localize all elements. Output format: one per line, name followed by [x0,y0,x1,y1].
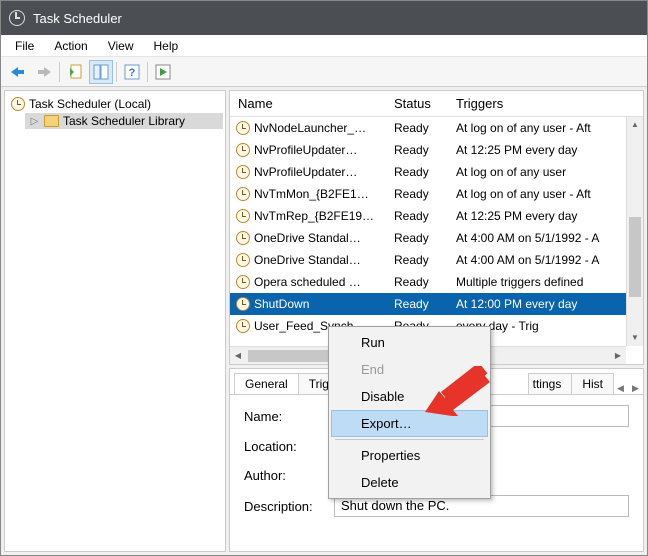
task-icon [236,297,250,311]
task-icon [236,187,250,201]
task-row[interactable]: NvTmMon_{B2FE1… ReadyAt log on of any use… [230,183,643,205]
tree-root[interactable]: Task Scheduler (Local) [7,95,223,113]
task-name: OneDrive Standal… [254,253,361,267]
task-triggers: At 4:00 AM on 5/1/1992 - A [448,253,643,267]
task-status: Ready [386,297,448,311]
task-row[interactable]: NvNodeLauncher_… ReadyAt log on of any us… [230,117,643,139]
task-icon [236,253,250,267]
task-status: Ready [386,253,448,267]
tab-history[interactable]: Hist [571,373,614,394]
task-status: Ready [386,121,448,135]
task-triggers: Multiple triggers defined [448,275,643,289]
scroll-left-icon[interactable]: ◀ [230,347,246,364]
expand-icon[interactable]: ▷ [29,116,40,127]
toolbar: ? [1,57,647,87]
author-label: Author: [244,468,334,483]
tree-pane: Task Scheduler (Local) ▷ Task Scheduler … [4,90,226,552]
task-icon [236,209,250,223]
task-status: Ready [386,187,448,201]
task-status: Ready [386,275,448,289]
task-icon [236,143,250,157]
vertical-scrollbar[interactable]: ▲ ▼ [626,117,643,346]
task-list: Name Status Triggers NvNodeLauncher_… Rea… [229,90,644,365]
task-icon [236,121,250,135]
menu-file[interactable]: File [15,39,34,53]
scroll-down-icon[interactable]: ▼ [627,330,643,346]
menubar: File Action View Help [1,35,647,57]
task-icon [236,165,250,179]
menu-help[interactable]: Help [154,39,179,53]
task-name: NvProfileUpdater… [254,143,357,157]
task-row[interactable]: Opera scheduled … ReadyMultiple triggers … [230,271,643,293]
titlebar[interactable]: Task Scheduler [1,1,647,35]
scroll-up-icon[interactable]: ▲ [627,117,643,133]
show-hide-console-button[interactable] [89,60,113,84]
location-label: Location: [244,439,334,454]
task-name: NvProfileUpdater… [254,165,357,179]
tab-scroll-right-icon[interactable]: ▶ [628,383,643,394]
help-button[interactable]: ? [120,60,144,84]
scheduler-icon [11,97,25,111]
task-name: Opera scheduled … [254,275,361,289]
task-triggers: At log on of any user - Aft [448,121,643,135]
context-menu: Run End Disable Export… Properties Delet… [328,326,491,499]
tab-settings[interactable]: ttings [528,373,573,394]
col-name[interactable]: Name [230,96,386,111]
task-icon [236,231,250,245]
task-status: Ready [386,165,448,179]
task-name: NvTmMon_{B2FE1… [254,187,369,201]
scroll-thumb[interactable] [629,217,641,297]
task-triggers: At 12:25 PM every day [448,209,643,223]
task-row[interactable]: NvProfileUpdater… ReadyAt log on of any u… [230,161,643,183]
task-status: Ready [386,231,448,245]
task-row[interactable]: ShutDown ReadyAt 12:00 PM every day [230,293,643,315]
menu-end: End [331,356,488,383]
run-button[interactable] [151,60,175,84]
task-row[interactable]: OneDrive Standal… ReadyAt 4:00 AM on 5/1/… [230,227,643,249]
task-icon [236,319,250,333]
menu-action[interactable]: Action [54,39,87,53]
window-title: Task Scheduler [33,11,122,26]
task-row[interactable]: NvTmRep_{B2FE19… ReadyAt 12:25 PM every d… [230,205,643,227]
task-row[interactable]: NvProfileUpdater… ReadyAt 12:25 PM every … [230,139,643,161]
tree-root-label: Task Scheduler (Local) [29,97,151,111]
folder-icon [44,115,59,127]
col-triggers[interactable]: Triggers [448,96,643,111]
svg-text:?: ? [129,67,136,79]
task-name: NvNodeLauncher_… [254,121,366,135]
menu-properties[interactable]: Properties [331,442,488,469]
properties-button[interactable] [63,60,87,84]
task-status: Ready [386,143,448,157]
menu-export[interactable]: Export… [331,410,488,437]
description-label: Description: [244,499,334,514]
name-label: Name: [244,409,334,424]
tree-library-label: Task Scheduler Library [63,114,185,128]
task-icon [236,275,250,289]
tree-library[interactable]: ▷ Task Scheduler Library [25,113,223,129]
forward-button[interactable] [32,60,56,84]
back-button[interactable] [6,60,30,84]
list-header: Name Status Triggers [230,91,643,117]
menu-delete[interactable]: Delete [331,469,488,496]
menu-separator [335,439,484,440]
menu-view[interactable]: View [108,39,134,53]
menu-run[interactable]: Run [331,329,488,356]
menu-disable[interactable]: Disable [331,383,488,410]
task-triggers: At 12:00 PM every day [448,297,643,311]
task-name: NvTmRep_{B2FE19… [254,209,374,223]
task-name: OneDrive Standal… [254,231,361,245]
scroll-right-icon[interactable]: ▶ [610,347,626,364]
tab-scroll-left-icon[interactable]: ◀ [613,383,628,394]
tab-general[interactable]: General [234,373,299,394]
task-triggers: At log on of any user [448,165,643,179]
task-triggers: At 4:00 AM on 5/1/1992 - A [448,231,643,245]
task-triggers: At 12:25 PM every day [448,143,643,157]
col-status[interactable]: Status [386,96,448,111]
task-triggers: At log on of any user - Aft [448,187,643,201]
task-row[interactable]: OneDrive Standal… ReadyAt 4:00 AM on 5/1/… [230,249,643,271]
task-name: ShutDown [254,297,309,311]
scheduler-app-icon [9,10,25,26]
task-status: Ready [386,209,448,223]
